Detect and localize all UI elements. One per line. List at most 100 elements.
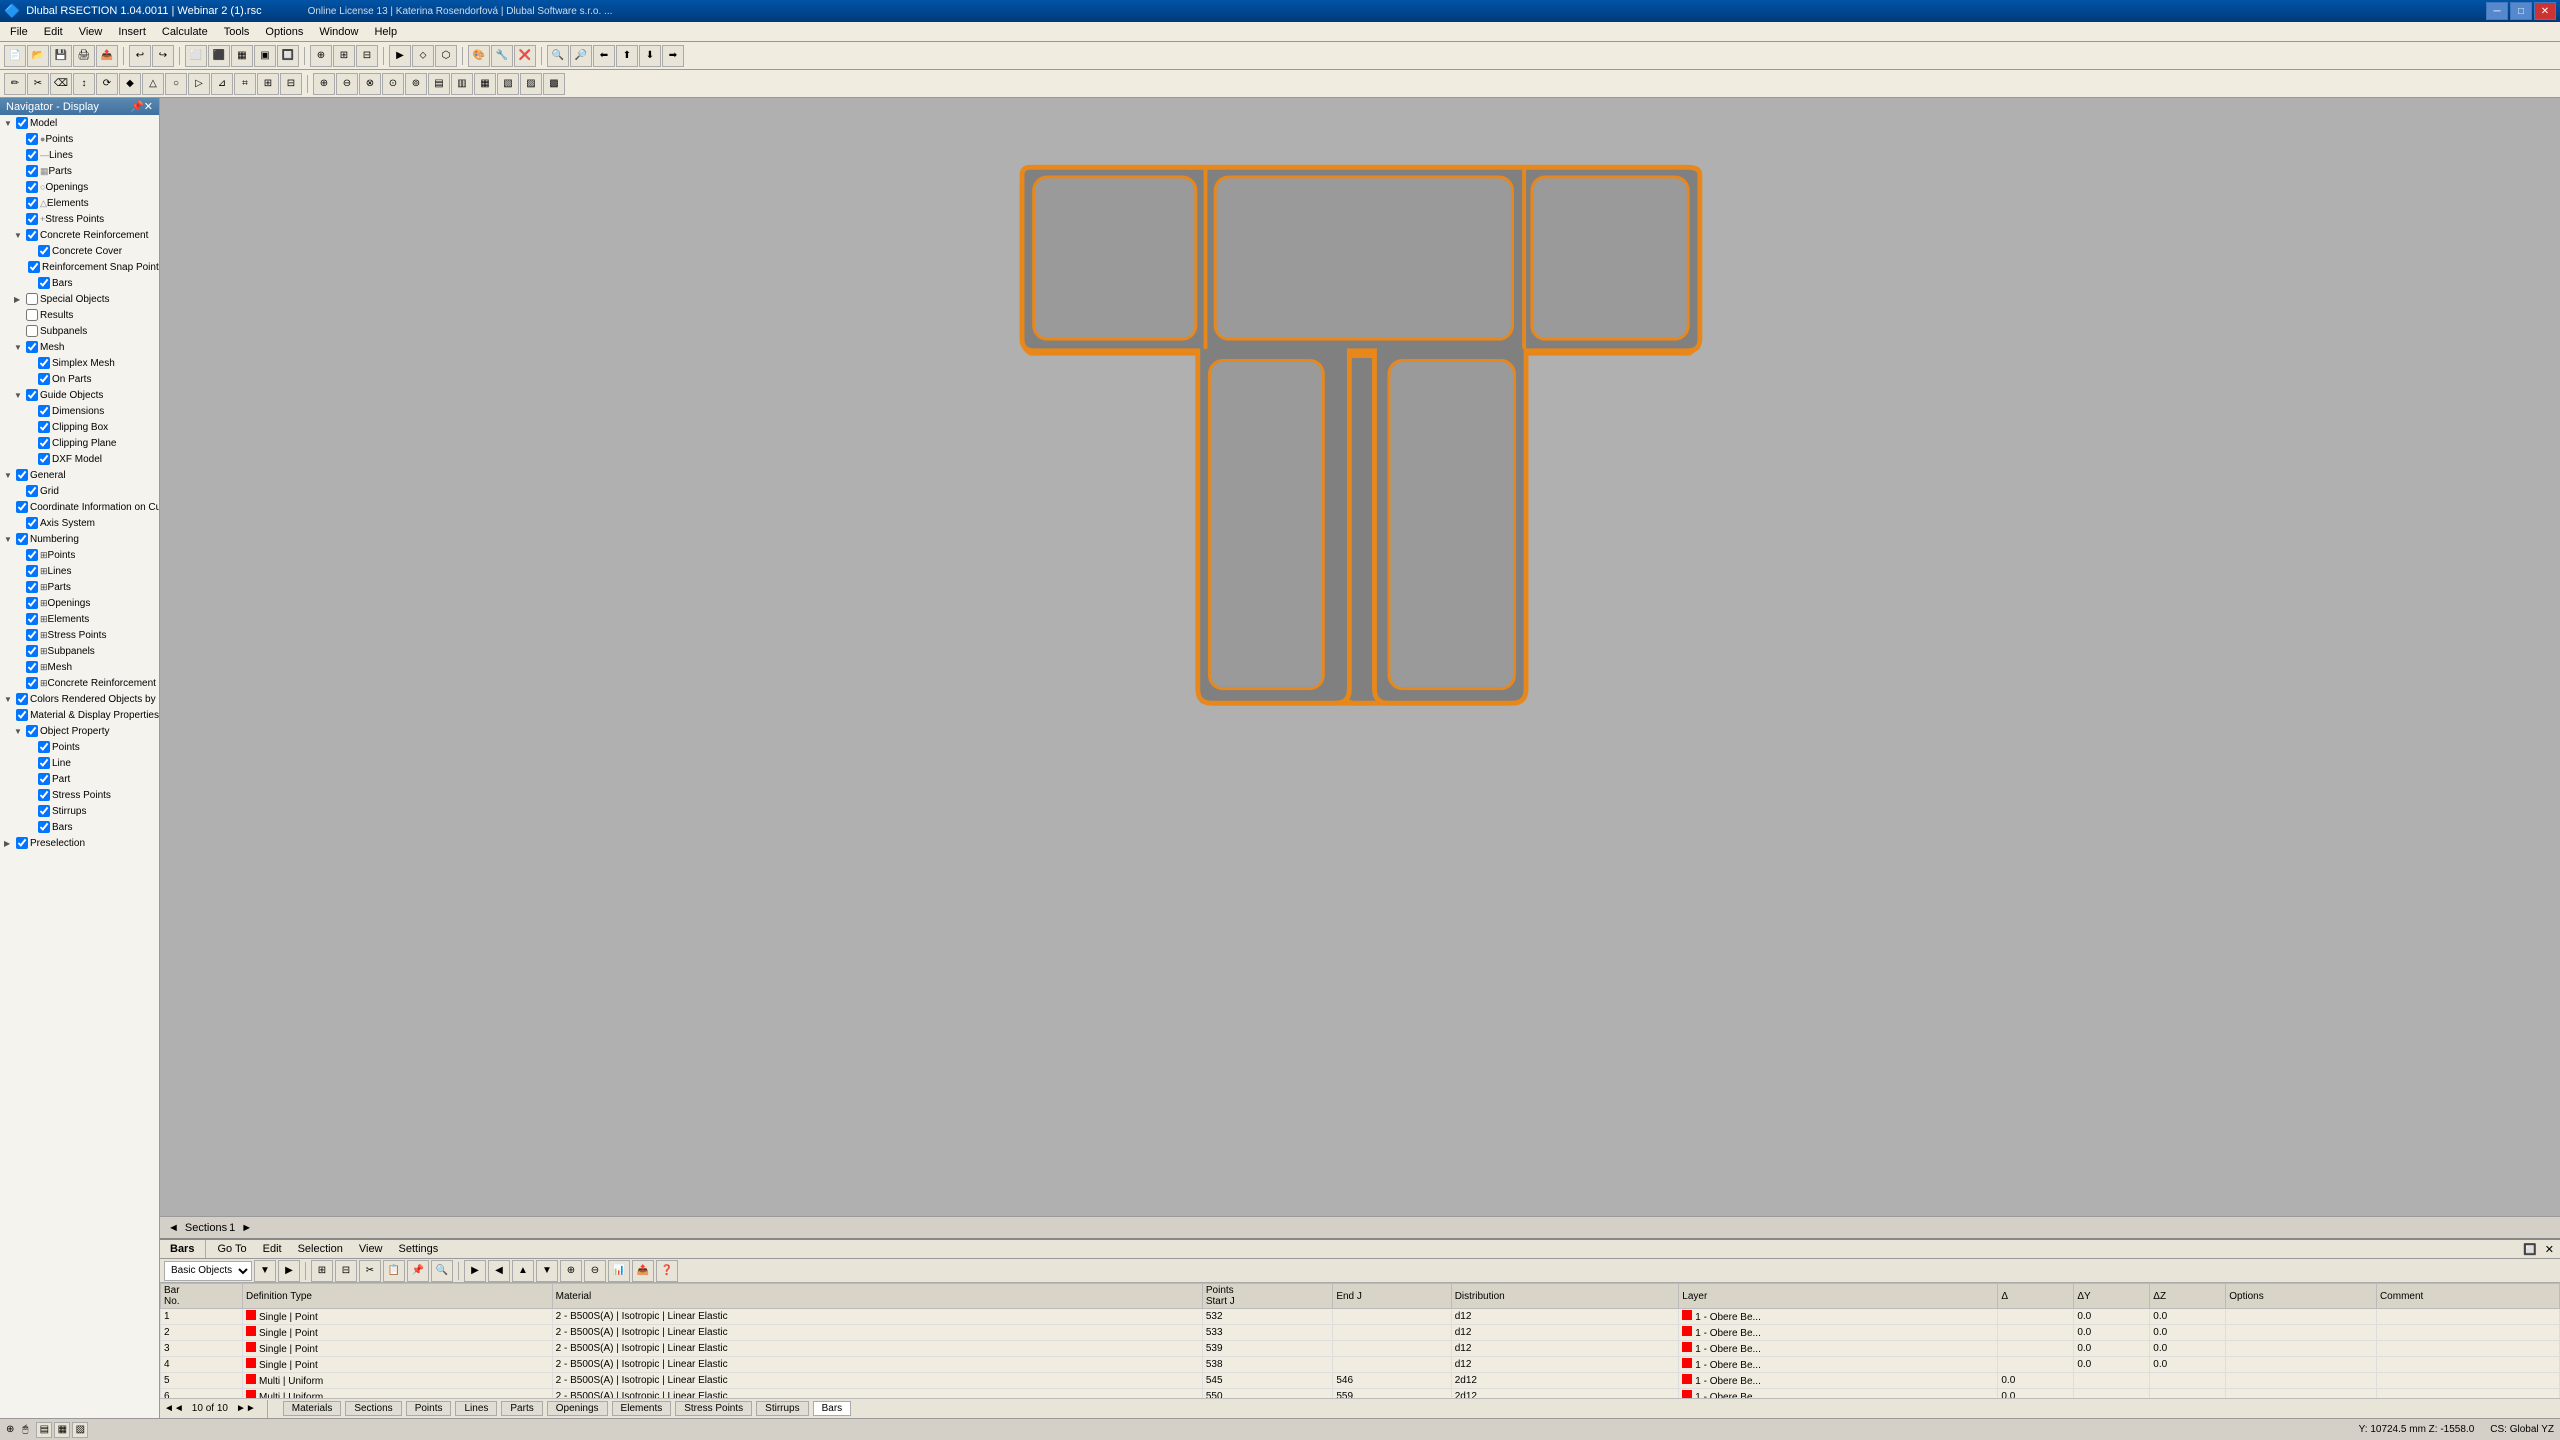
nav-obj-stress[interactable]: Stress Points [0, 787, 159, 803]
btoolbar-btn11[interactable]: ⊕ [560, 1260, 582, 1282]
mode-btn-1[interactable]: ⊕ [313, 73, 335, 95]
nav-obj-stirrups[interactable]: Stirrups [0, 803, 159, 819]
btoolbar-btn15[interactable]: ❓ [656, 1260, 678, 1282]
redo-button[interactable]: ↪ [152, 45, 174, 67]
draw-btn-12[interactable]: ⊞ [257, 73, 279, 95]
nav-num-stress[interactable]: ⊞ Stress Points [0, 627, 159, 643]
nav-num-concrete[interactable]: ⊞ Concrete Reinforcement [0, 675, 159, 691]
section-nav-next[interactable]: ► [237, 1222, 256, 1234]
table-row[interactable]: 4 Single | Point 2 - B500S(A) | Isotropi… [161, 1357, 2560, 1373]
draw-btn-9[interactable]: ▷ [188, 73, 210, 95]
btoolbar-btn3[interactable]: ✂ [359, 1260, 381, 1282]
btoolbar-btn4[interactable]: 📋 [383, 1260, 405, 1282]
bottom-menu-edit[interactable]: Edit [255, 1240, 290, 1258]
nav-clipping-plane[interactable]: Clipping Plane [0, 435, 159, 451]
nav-reinforcement-snap[interactable]: Reinforcement Snap Points [0, 259, 159, 275]
maximize-button[interactable]: □ [2510, 2, 2532, 20]
table-row[interactable]: 6 Multi | Uniform 2 - B500S(A) | Isotrop… [161, 1389, 2560, 1399]
select-btn-3[interactable]: ⬡ [435, 45, 457, 67]
nav-num-openings[interactable]: ⊞ Openings [0, 595, 159, 611]
btoolbar-btn8[interactable]: ◀ [488, 1260, 510, 1282]
nav-num-lines[interactable]: ⊞ Lines [0, 563, 159, 579]
draw-btn-8[interactable]: ○ [165, 73, 187, 95]
bottom-menu-selection[interactable]: Selection [290, 1240, 351, 1258]
render-btn-3[interactable]: ❌ [514, 45, 536, 67]
undo-button[interactable]: ↩ [129, 45, 151, 67]
view-btn-1[interactable]: ⬜ [185, 45, 207, 67]
nav-stress-points[interactable]: + Stress Points [0, 211, 159, 227]
nav-subpanels[interactable]: Subpanels [0, 323, 159, 339]
nav-simplex-mesh[interactable]: Simplex Mesh [0, 355, 159, 371]
bottom-expand-icon[interactable]: 🔲 [2519, 1243, 2541, 1256]
nav-on-parts[interactable]: On Parts [0, 371, 159, 387]
nav-num-subpanels[interactable]: ⊞ Subpanels [0, 643, 159, 659]
nav-preselection[interactable]: ▶Preselection [0, 835, 159, 851]
nav-obj-bars[interactable]: Bars [0, 819, 159, 835]
nav-parts[interactable]: ▦ Parts [0, 163, 159, 179]
draw-btn-6[interactable]: ◆ [119, 73, 141, 95]
nav-bars[interactable]: Bars [0, 275, 159, 291]
nav-results[interactable]: Results [0, 307, 159, 323]
nav-controls[interactable]: 📌✕ [130, 100, 153, 113]
nav-tab-elements[interactable]: Elements [612, 1401, 672, 1416]
draw-btn-13[interactable]: ⊟ [280, 73, 302, 95]
nav-tab-lines[interactable]: Lines [455, 1401, 497, 1416]
nav-elements[interactable]: △ Elements [0, 195, 159, 211]
btoolbar-btn1[interactable]: ⊞ [311, 1260, 333, 1282]
table-row[interactable]: 2 Single | Point 2 - B500S(A) | Isotropi… [161, 1325, 2560, 1341]
menu-window[interactable]: Window [311, 22, 366, 41]
menu-file[interactable]: File [2, 22, 36, 41]
nav-num-elements[interactable]: ⊞ Elements [0, 611, 159, 627]
minimize-button[interactable]: ─ [2486, 2, 2508, 20]
render-btn-1[interactable]: 🎨 [468, 45, 490, 67]
view-btn-3[interactable]: ▦ [231, 45, 253, 67]
nav-grid[interactable]: Grid [0, 483, 159, 499]
menu-tools[interactable]: Tools [216, 22, 258, 41]
bottom-menu-settings[interactable]: Settings [391, 1240, 447, 1258]
select-btn-1[interactable]: ▶ [389, 45, 411, 67]
menu-calculate[interactable]: Calculate [154, 22, 216, 41]
pagination-next[interactable]: ►► [236, 1403, 256, 1414]
draw-btn-1[interactable]: ✏ [4, 73, 26, 95]
bars-table-wrapper[interactable]: BarNo. Definition Type Material PointsSt… [160, 1283, 2560, 1398]
nav-material-display[interactable]: Material & Display Properties [0, 707, 159, 723]
filter-down-btn[interactable]: ▼ [254, 1260, 276, 1282]
mode-btn-7[interactable]: ▥ [451, 73, 473, 95]
snap-btn-2[interactable]: ⊞ [333, 45, 355, 67]
table-row[interactable]: 3 Single | Point 2 - B500S(A) | Isotropi… [161, 1341, 2560, 1357]
nav-tab-points[interactable]: Points [406, 1401, 452, 1416]
stat-btn3[interactable]: ▧ [72, 1422, 88, 1438]
menu-edit[interactable]: Edit [36, 22, 71, 41]
nav-dimensions[interactable]: Dimensions [0, 403, 159, 419]
nav-concrete-reinforcement[interactable]: ▼Concrete Reinforcement [0, 227, 159, 243]
nav-btn-6[interactable]: ➡ [662, 45, 684, 67]
snap-btn-3[interactable]: ⊟ [356, 45, 378, 67]
bottom-menu-goto[interactable]: Go To [209, 1240, 254, 1258]
nav-general[interactable]: ▼General [0, 467, 159, 483]
mode-btn-9[interactable]: ▧ [497, 73, 519, 95]
draw-btn-2[interactable]: ✂ [27, 73, 49, 95]
nav-num-points[interactable]: ⊞ Points [0, 547, 159, 563]
nav-clipping-box[interactable]: Clipping Box [0, 419, 159, 435]
btoolbar-btn7[interactable]: ▶ [464, 1260, 486, 1282]
nav-tab-stress-points[interactable]: Stress Points [675, 1401, 752, 1416]
save-button[interactable]: 💾 [50, 45, 72, 67]
navigator-tree[interactable]: ▼Model ● Points — Lines ▦ Parts ○ Openin… [0, 115, 159, 1418]
nav-num-mesh[interactable]: ⊞ Mesh [0, 659, 159, 675]
btoolbar-btn13[interactable]: 📊 [608, 1260, 630, 1282]
filter-right-btn[interactable]: ▶ [278, 1260, 300, 1282]
draw-btn-10[interactable]: ⊿ [211, 73, 233, 95]
nav-tab-parts[interactable]: Parts [501, 1401, 542, 1416]
new-button[interactable]: 📄 [4, 45, 26, 67]
mode-btn-6[interactable]: ▤ [428, 73, 450, 95]
nav-dxf-model[interactable]: DXF Model [0, 451, 159, 467]
mode-btn-10[interactable]: ▨ [520, 73, 542, 95]
select-btn-2[interactable]: ⬦ [412, 45, 434, 67]
close-button[interactable]: ✕ [2534, 2, 2556, 20]
bottom-menu-view[interactable]: View [351, 1240, 391, 1258]
nav-guide-objects[interactable]: ▼Guide Objects [0, 387, 159, 403]
nav-tab-bars[interactable]: Bars [813, 1401, 852, 1416]
export-button[interactable]: 📤 [96, 45, 118, 67]
nav-btn-3[interactable]: ⬅ [593, 45, 615, 67]
section-nav-prev[interactable]: ◄ [164, 1222, 183, 1234]
